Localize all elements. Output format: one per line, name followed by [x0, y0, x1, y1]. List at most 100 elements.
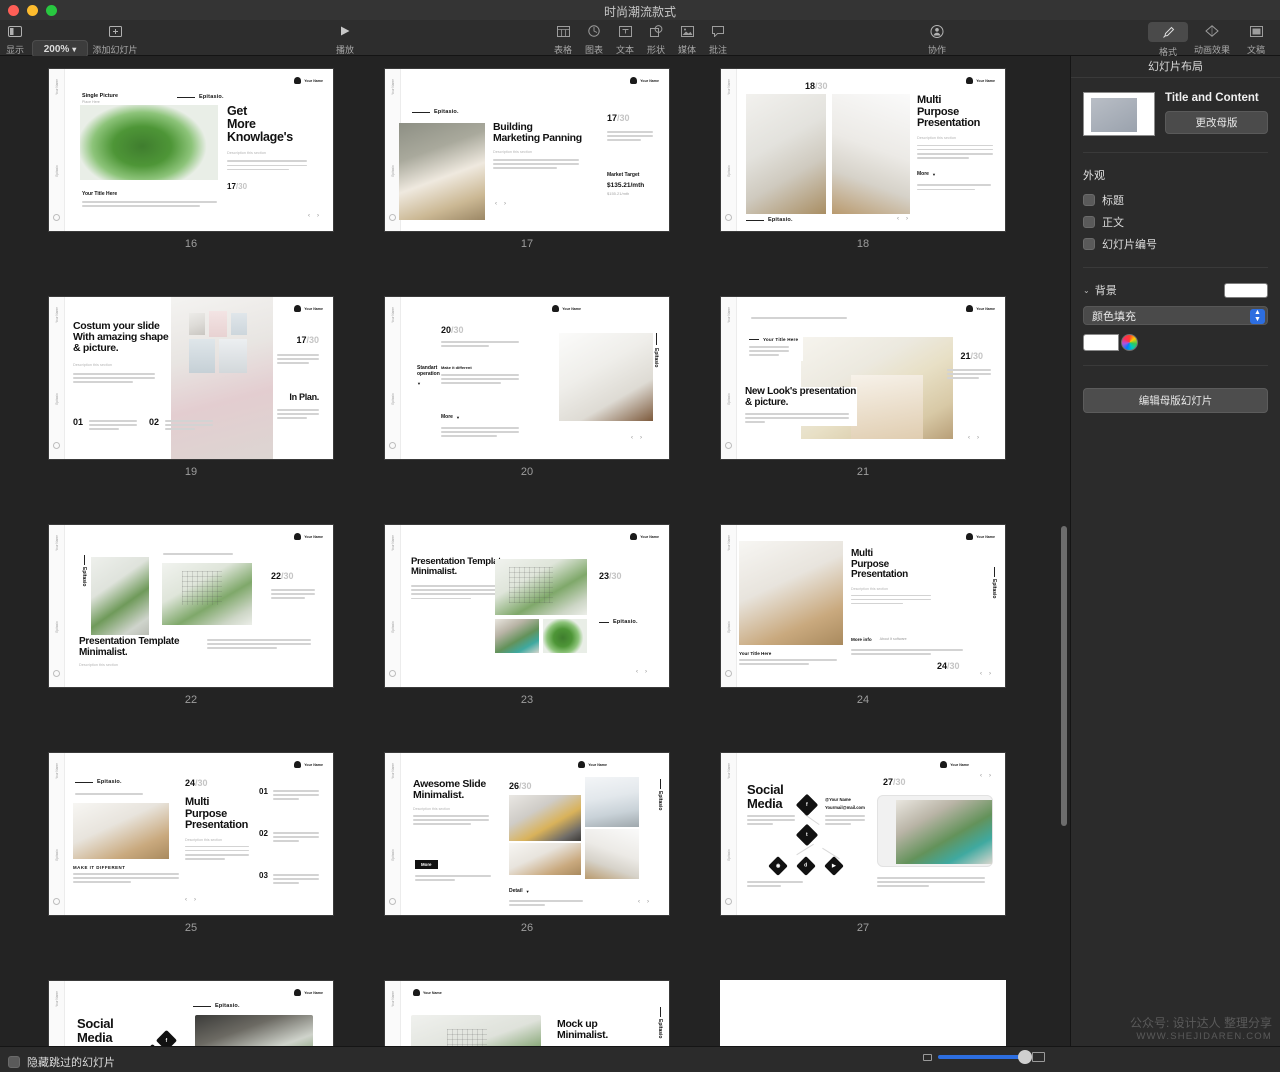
next-arrow-icon: ›: [504, 201, 506, 207]
slide-edge-strip: Your Name Epitasio: [49, 981, 65, 1046]
slider-knob[interactable]: [1018, 1050, 1032, 1064]
slide-heading: Presentation Template Minimalist.: [79, 636, 180, 658]
background-preview-swatch[interactable]: [1224, 282, 1268, 298]
background-section[interactable]: ⌄ 背景: [1071, 272, 1280, 304]
checkbox-slide-number[interactable]: 幻灯片编号: [1071, 233, 1280, 255]
prev-arrow-icon: ‹: [308, 213, 310, 219]
large-thumbnail-icon[interactable]: [1032, 1052, 1045, 1062]
slide-nav-arrows[interactable]: ‹ ›: [631, 435, 642, 441]
brand-name: Epitasio.: [434, 109, 459, 115]
heading-block: Costum your slide With amazing shape & p…: [73, 320, 173, 386]
slide-cell[interactable]: Your Name Epitasio Your Name Costum your…: [48, 296, 334, 478]
slide-cell[interactable]: Your Name Epitasio Your Name Presentatio…: [384, 524, 670, 706]
slide-cell[interactable]: Thank you. Thank you for your presentati…: [720, 980, 1006, 1046]
fill-color-swatch[interactable]: [1083, 334, 1119, 351]
add-slide-icon: [108, 22, 122, 40]
slide-nav-arrows[interactable]: ‹ ›: [185, 897, 196, 903]
slide-cell[interactable]: Your Name Epitasio Your Name Social Medi…: [48, 980, 334, 1046]
master-name: Title and Content: [1165, 92, 1259, 104]
more-label: More: [917, 171, 929, 178]
slide-thumbnail-16[interactable]: Your Name Epitasio Your Name Single Pict…: [48, 68, 334, 232]
collaborate-icon: [930, 22, 944, 40]
slide-grid: Your Name Epitasio Your Name Single Pict…: [48, 68, 1018, 1046]
detail-block[interactable]: Detail ▼: [509, 879, 583, 908]
small-thumbnail-icon[interactable]: [923, 1053, 932, 1061]
change-master-button[interactable]: 更改母版: [1165, 111, 1268, 134]
slide-number: 17: [520, 238, 534, 250]
author-row: Your Name: [966, 305, 995, 312]
avatar-icon: [294, 989, 302, 996]
checkbox-box[interactable]: [1083, 216, 1095, 228]
author-row: Your Name: [294, 761, 323, 768]
slide-thumbnail-26[interactable]: Your Name Epitasio Your Name Awesome Sli…: [384, 752, 670, 916]
checkbox-label: 标题: [1102, 195, 1124, 207]
slide-number: 25: [184, 922, 198, 934]
slide-cell[interactable]: Your Name Epitasio Your Name Epitasio. B…: [384, 68, 670, 250]
toolbar-document-button[interactable]: 文稿: [1233, 22, 1279, 56]
slide-photo: [162, 563, 252, 625]
chevron-down-icon[interactable]: ▼: [417, 381, 441, 386]
slide-navigator[interactable]: Your Name Epitasio Your Name Single Pict…: [0, 56, 1070, 1046]
checkbox-box[interactable]: [1083, 238, 1095, 250]
slide-thumbnail-19[interactable]: Your Name Epitasio Your Name Costum your…: [48, 296, 334, 460]
fill-type-select[interactable]: 颜色填充 ▲ ▼: [1083, 306, 1268, 325]
checkbox-box[interactable]: [8, 1056, 20, 1068]
footer-title: Your Title Here: [739, 651, 772, 656]
slide-thumbnail-28[interactable]: Your Name Epitasio Your Name Social Medi…: [48, 980, 334, 1046]
slide-thumbnail-27[interactable]: Your Name Epitasio Your Name Social Medi…: [720, 752, 1006, 916]
slide-cell[interactable]: Your Name Epitasio Your Name Multi Purpo…: [720, 524, 1006, 706]
slide-cell[interactable]: Your Name Epitasio Your Name Epitasio. M…: [48, 752, 334, 934]
clock-icon: [389, 442, 396, 449]
slide-thumbnail-23[interactable]: Your Name Epitasio Your Name Presentatio…: [384, 524, 670, 688]
slide-cell[interactable]: Your Name Epitasio Your Name Single Pict…: [48, 68, 334, 250]
slide-cell[interactable]: Your Name Epitasio Your Name 20/30 Stand…: [384, 296, 670, 478]
slide-cell[interactable]: Your Name Epitasio Your Name 18/30 Multi…: [720, 68, 1006, 250]
slide-cell[interactable]: Your Name Epitasio Your Name Social Medi…: [720, 752, 1006, 934]
toolbar-format-button[interactable]: 格式: [1145, 22, 1191, 58]
toolbar-add-slide-button[interactable]: 添加幻灯片: [92, 22, 138, 56]
slide-nav-arrows[interactable]: ‹ ›: [980, 773, 991, 779]
more-button[interactable]: More ▼: [441, 405, 519, 440]
slide-nav-arrows[interactable]: ‹ ›: [495, 201, 506, 207]
slide-nav-arrows[interactable]: ‹ ›: [980, 671, 991, 677]
slide-nav-arrows[interactable]: ‹ ›: [897, 216, 908, 222]
checkbox-title[interactable]: 标题: [1071, 189, 1280, 211]
slide-thumbnail-17[interactable]: Your Name Epitasio Your Name Epitasio. B…: [384, 68, 670, 232]
edit-master-slide-button[interactable]: 编辑母版幻灯片: [1083, 388, 1268, 413]
slide-thumbnail-29[interactable]: Your Name Epitasio Your Name Mock up Min…: [384, 980, 670, 1046]
chevron-down-icon[interactable]: ⌄: [1083, 286, 1090, 295]
slide-thumbnail-24[interactable]: Your Name Epitasio Your Name Multi Purpo…: [720, 524, 1006, 688]
slide-edge-strip: Your Name Epitasio: [49, 69, 65, 231]
author-name: Your Name: [950, 762, 969, 767]
more-button[interactable]: More ▼: [917, 171, 936, 177]
toolbar-comment-button[interactable]: 批注: [695, 22, 741, 56]
slide-cell[interactable]: Your Name Epitasio Your Name Your Title …: [720, 296, 1006, 478]
slide-nav-arrows[interactable]: ‹ ›: [636, 669, 647, 675]
hide-skipped-slides-checkbox[interactable]: 隐藏跳过的幻灯片: [8, 1054, 115, 1070]
toolbar-collaborate-button[interactable]: 协作: [914, 22, 960, 56]
slider-track[interactable]: [938, 1050, 1032, 1064]
divider: [1083, 152, 1268, 153]
slide-thumbnail-25[interactable]: Your Name Epitasio Your Name Epitasio. M…: [48, 752, 334, 916]
slide-thumbnail-30[interactable]: Thank you. Thank you for your presentati…: [720, 980, 1006, 1046]
slide-nav-arrows[interactable]: ‹ ›: [968, 435, 979, 441]
master-thumbnail[interactable]: [1083, 92, 1155, 136]
slide-nav-arrows[interactable]: ‹ ›: [638, 899, 649, 905]
stepper-arrows-icon[interactable]: ▲ ▼: [1250, 308, 1265, 324]
slide-thumbnail-18[interactable]: Your Name Epitasio Your Name 18/30 Multi…: [720, 68, 1006, 232]
toolbar-animate-button[interactable]: 动画效果: [1189, 22, 1235, 56]
slide-cell[interactable]: Your Name Epitasio Your Name Epitasio Pr…: [48, 524, 334, 706]
slide-thumbnail-21[interactable]: Your Name Epitasio Your Name Your Title …: [720, 296, 1006, 460]
vertical-scrollbar[interactable]: [1061, 526, 1067, 826]
slide-nav-arrows[interactable]: ‹ ›: [308, 213, 319, 219]
checkbox-body[interactable]: 正文: [1071, 211, 1280, 233]
brand-name: Epitasio: [653, 348, 659, 368]
thumbnail-size-slider[interactable]: [923, 1050, 1045, 1064]
checkbox-box[interactable]: [1083, 194, 1095, 206]
slide-cell[interactable]: Your Name Epitasio Your Name Awesome Sli…: [384, 752, 670, 934]
toolbar-play-button[interactable]: 播放: [322, 22, 368, 56]
color-wheel-icon[interactable]: [1121, 334, 1138, 351]
slide-thumbnail-22[interactable]: Your Name Epitasio Your Name Epitasio Pr…: [48, 524, 334, 688]
slide-thumbnail-20[interactable]: Your Name Epitasio Your Name 20/30 Stand…: [384, 296, 670, 460]
slide-cell[interactable]: Your Name Epitasio Your Name Mock up Min…: [384, 980, 670, 1046]
